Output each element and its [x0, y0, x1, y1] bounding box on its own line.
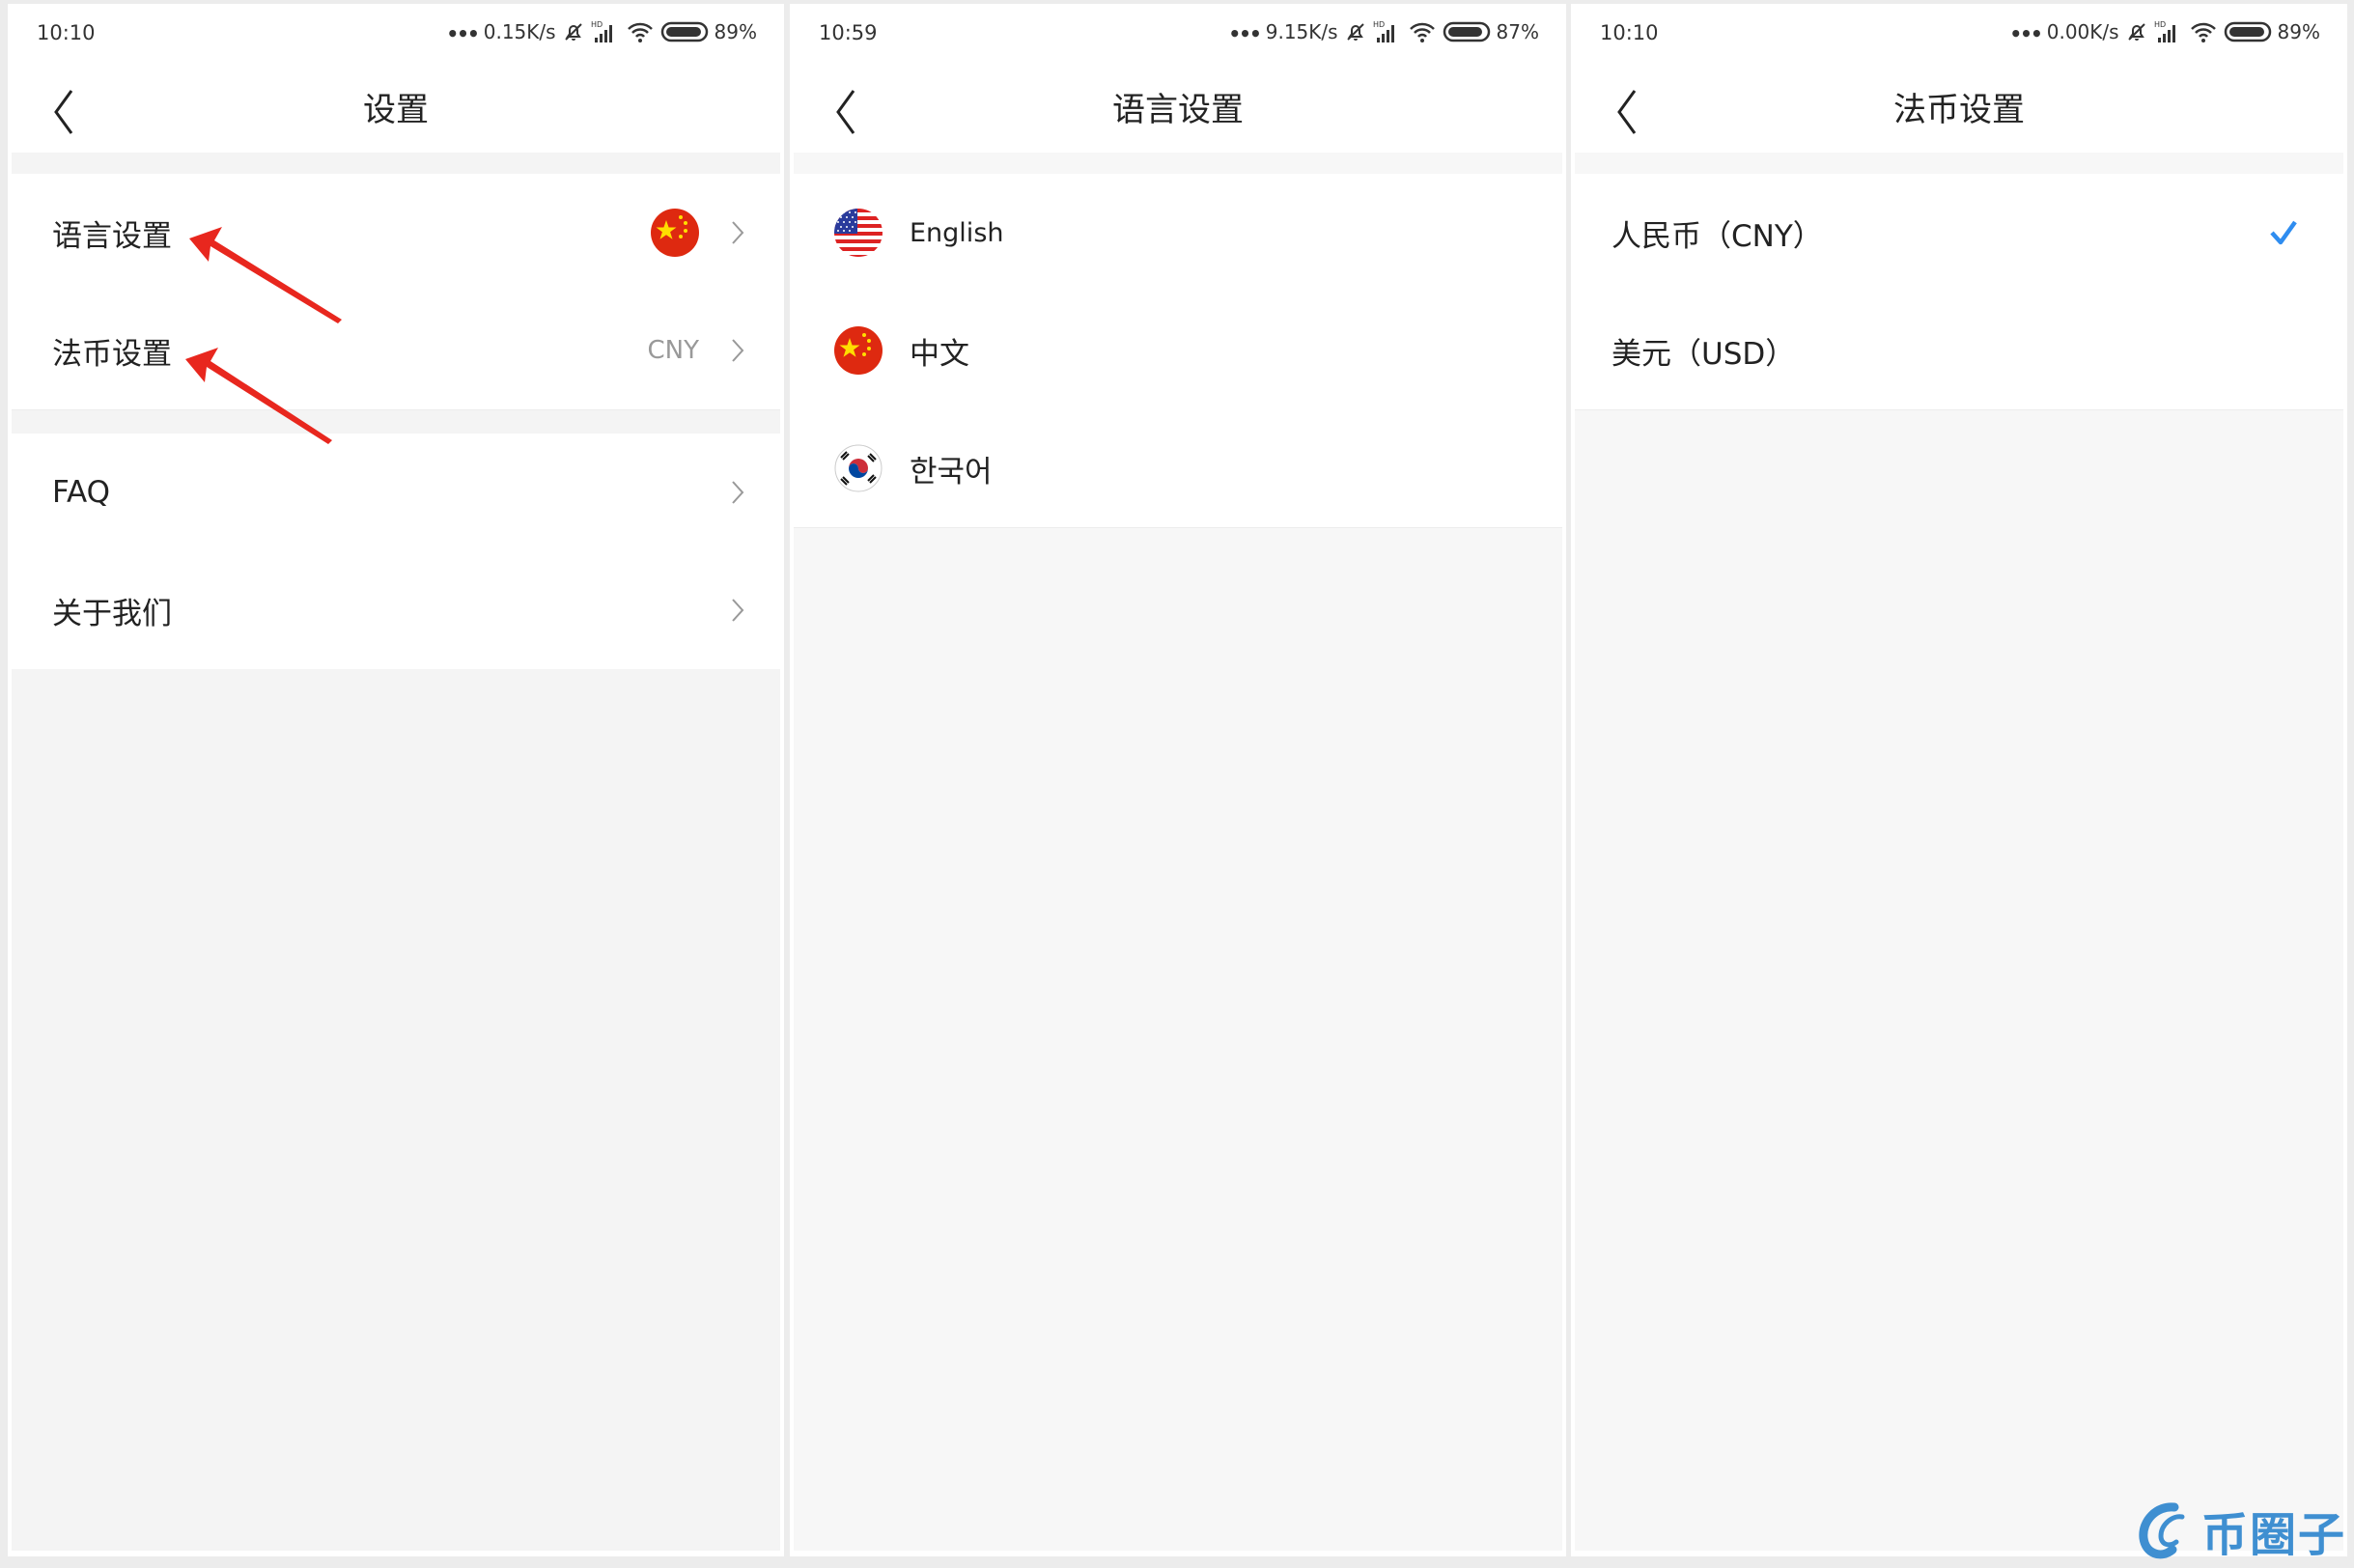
about-us-row[interactable]: 关于我们: [12, 551, 780, 669]
empty-area: [1575, 410, 2343, 1551]
more-notifications-icon: •••: [446, 22, 479, 45]
network-speed: 0.15K/s: [483, 20, 556, 43]
battery-icon: [660, 21, 708, 42]
status-bar: 10:10 ••• 0.00K/s HD 89%: [1571, 4, 2347, 71]
china-flag-icon: [651, 209, 699, 257]
watermark-logo: 币圈子: [2136, 1497, 2346, 1564]
page-title: 设置: [363, 91, 429, 129]
chevron-right-icon: [732, 339, 744, 362]
battery-percent: 87%: [1496, 20, 1539, 43]
currency-settings-screen: 10:10 ••• 0.00K/s HD 89% 法币设置 人民币（CNY） 美…: [1571, 4, 2347, 1556]
language-settings-screen: 10:59 ••• 9.15K/s HD 87% 语言设置 English 中文: [790, 4, 1566, 1556]
row-label: 法币设置: [52, 336, 172, 372]
row-label: 关于我们: [52, 596, 172, 631]
section-divider: [12, 153, 780, 174]
svg-text:HD: HD: [2154, 20, 2166, 29]
currency-label: 人民币（CNY）: [1611, 218, 1823, 254]
row-label: 语言设置: [52, 218, 172, 254]
battery-icon: [1443, 21, 1490, 42]
battery-icon: [2224, 21, 2271, 42]
language-option-chinese[interactable]: 中文: [794, 292, 1562, 410]
status-time: 10:10: [1600, 21, 1659, 44]
empty-area: [794, 528, 1562, 1551]
row-label: FAQ: [52, 475, 111, 510]
language-option-english[interactable]: English: [794, 174, 1562, 293]
more-notifications-icon: •••: [2009, 22, 2042, 45]
section-divider: [12, 410, 780, 434]
current-currency-value: CNY: [647, 336, 700, 365]
signal-hd-icon: HD: [591, 20, 612, 42]
settings-screen: 10:10 ••• 0.15K/s HD 89% 设置 语言设置 法币设置 CN…: [8, 4, 784, 1556]
section-divider: [1575, 153, 2343, 174]
battery-percent: 89%: [714, 20, 757, 43]
watermark-text: 币圈子: [2200, 1508, 2346, 1562]
svg-text:HD: HD: [591, 20, 603, 29]
chevron-right-icon: [732, 599, 744, 622]
status-time: 10:10: [37, 21, 96, 44]
us-flag-icon: [834, 209, 883, 257]
chevron-right-icon: [732, 221, 744, 244]
signal-hd-icon: HD: [1373, 20, 1394, 42]
faq-row[interactable]: FAQ: [12, 434, 780, 551]
nav-bar: 法币设置: [1571, 71, 2347, 156]
status-time: 10:59: [819, 21, 878, 44]
fiat-currency-settings-row[interactable]: 法币设置 CNY: [12, 292, 780, 410]
network-speed: 0.00K/s: [2046, 20, 2119, 43]
currency-option-cny[interactable]: 人民币（CNY）: [1575, 174, 2343, 293]
language-label: 中文: [910, 336, 969, 372]
page-title: 法币设置: [1893, 91, 2025, 129]
wifi-icon: [627, 22, 653, 42]
language-label: English: [910, 217, 1004, 248]
section-divider: [794, 153, 1562, 174]
language-option-korean[interactable]: 한국어: [794, 409, 1562, 528]
logo-icon: [2139, 1502, 2185, 1559]
nav-bar: 设置: [8, 71, 784, 156]
korea-flag-icon: [834, 444, 883, 492]
nav-bar: 语言设置: [790, 71, 1566, 156]
battery-percent: 89%: [2277, 20, 2320, 43]
language-settings-row[interactable]: 语言设置: [12, 174, 780, 293]
currency-option-usd[interactable]: 美元（USD）: [1575, 292, 2343, 410]
signal-hd-icon: HD: [2154, 20, 2175, 42]
language-label: 한국어: [910, 454, 993, 490]
wifi-icon: [2190, 22, 2216, 42]
currency-label: 美元（USD）: [1611, 336, 1796, 372]
mute-bell-icon: [564, 23, 582, 41]
mute-bell-icon: [2127, 23, 2145, 41]
svg-text:HD: HD: [1373, 20, 1385, 29]
status-bar: 10:59 ••• 9.15K/s HD 87%: [790, 4, 1566, 71]
more-notifications-icon: •••: [1228, 22, 1261, 45]
china-flag-icon: [834, 326, 883, 375]
empty-area: [12, 669, 780, 1551]
checkmark-icon: [2270, 220, 2297, 245]
mute-bell-icon: [1346, 23, 1364, 41]
chevron-right-icon: [732, 481, 744, 504]
status-bar: 10:10 ••• 0.15K/s HD 89%: [8, 4, 784, 71]
wifi-icon: [1409, 22, 1435, 42]
network-speed: 9.15K/s: [1265, 20, 1338, 43]
page-title: 语言设置: [1112, 91, 1244, 129]
